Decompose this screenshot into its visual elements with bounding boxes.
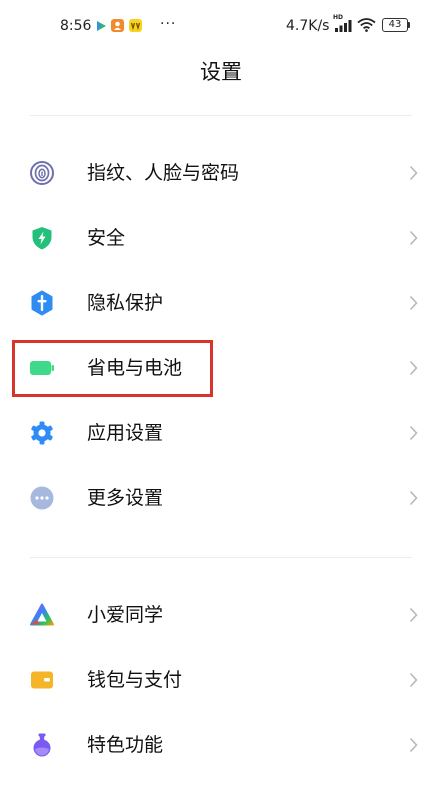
battery-nub bbox=[408, 22, 410, 28]
page-title: 设置 bbox=[200, 60, 242, 84]
chevron-right-icon bbox=[409, 425, 418, 441]
settings-item-featured[interactable]: 特色功能 bbox=[0, 712, 442, 777]
chevron-right-icon bbox=[409, 490, 418, 506]
settings-item-xiaoai[interactable]: 小爱同学 bbox=[0, 582, 442, 647]
app-notification-play-icon bbox=[97, 21, 106, 31]
xiaoai-icon bbox=[30, 603, 54, 626]
status-net-speed: 4.7K/s bbox=[286, 18, 330, 34]
gear-icon bbox=[31, 421, 53, 445]
settings-item-label: 小爱同学 bbox=[87, 604, 164, 626]
battery-icon bbox=[30, 361, 54, 375]
chevron-right-icon bbox=[409, 230, 418, 246]
settings-item-app-settings[interactable]: 应用设置 bbox=[0, 400, 442, 465]
settings-item-label: 隐私保护 bbox=[87, 292, 164, 314]
settings-item-label: 钱包与支付 bbox=[87, 669, 183, 691]
signal-icon bbox=[335, 20, 352, 32]
app-notification-yellow-icon bbox=[129, 19, 142, 32]
shield-icon bbox=[32, 227, 52, 250]
chevron-right-icon bbox=[409, 295, 418, 311]
settings-item-wallet-payment[interactable]: 钱包与支付 bbox=[0, 647, 442, 712]
battery-indicator: 43 bbox=[382, 18, 408, 32]
chevron-right-icon bbox=[409, 737, 418, 753]
settings-item-label: 更多设置 bbox=[87, 487, 164, 509]
settings-item-fingerprint-face-password[interactable]: 指纹、人脸与密码 bbox=[0, 140, 442, 205]
settings-item-label: 安全 bbox=[87, 227, 126, 249]
status-time: 8:56 bbox=[60, 18, 92, 34]
flask-icon bbox=[33, 733, 51, 757]
chevron-right-icon bbox=[409, 672, 418, 688]
fingerprint-icon bbox=[30, 161, 54, 185]
chevron-right-icon bbox=[409, 165, 418, 181]
battery-level: 43 bbox=[388, 19, 402, 30]
settings-item-security[interactable]: 安全 bbox=[0, 205, 442, 270]
privacy-icon bbox=[31, 290, 53, 316]
settings-item-battery[interactable]: 省电与电池 bbox=[0, 335, 442, 400]
wifi-icon bbox=[357, 18, 376, 32]
divider-top bbox=[30, 115, 412, 116]
chevron-right-icon bbox=[409, 607, 418, 623]
settings-item-label: 指纹、人脸与密码 bbox=[87, 162, 240, 184]
settings-item-more-settings[interactable]: 更多设置 bbox=[0, 465, 442, 530]
settings-item-label: 省电与电池 bbox=[87, 357, 183, 379]
settings-item-label: 特色功能 bbox=[87, 734, 164, 756]
divider-middle bbox=[30, 557, 412, 558]
more-icon bbox=[30, 486, 54, 510]
settings-item-privacy[interactable]: 隐私保护 bbox=[0, 270, 442, 335]
chevron-right-icon bbox=[409, 360, 418, 376]
wallet-icon bbox=[31, 671, 53, 689]
app-notification-orange-icon bbox=[111, 19, 124, 32]
settings-item-label: 应用设置 bbox=[87, 422, 164, 444]
status-more-dots: ··· bbox=[160, 16, 177, 32]
